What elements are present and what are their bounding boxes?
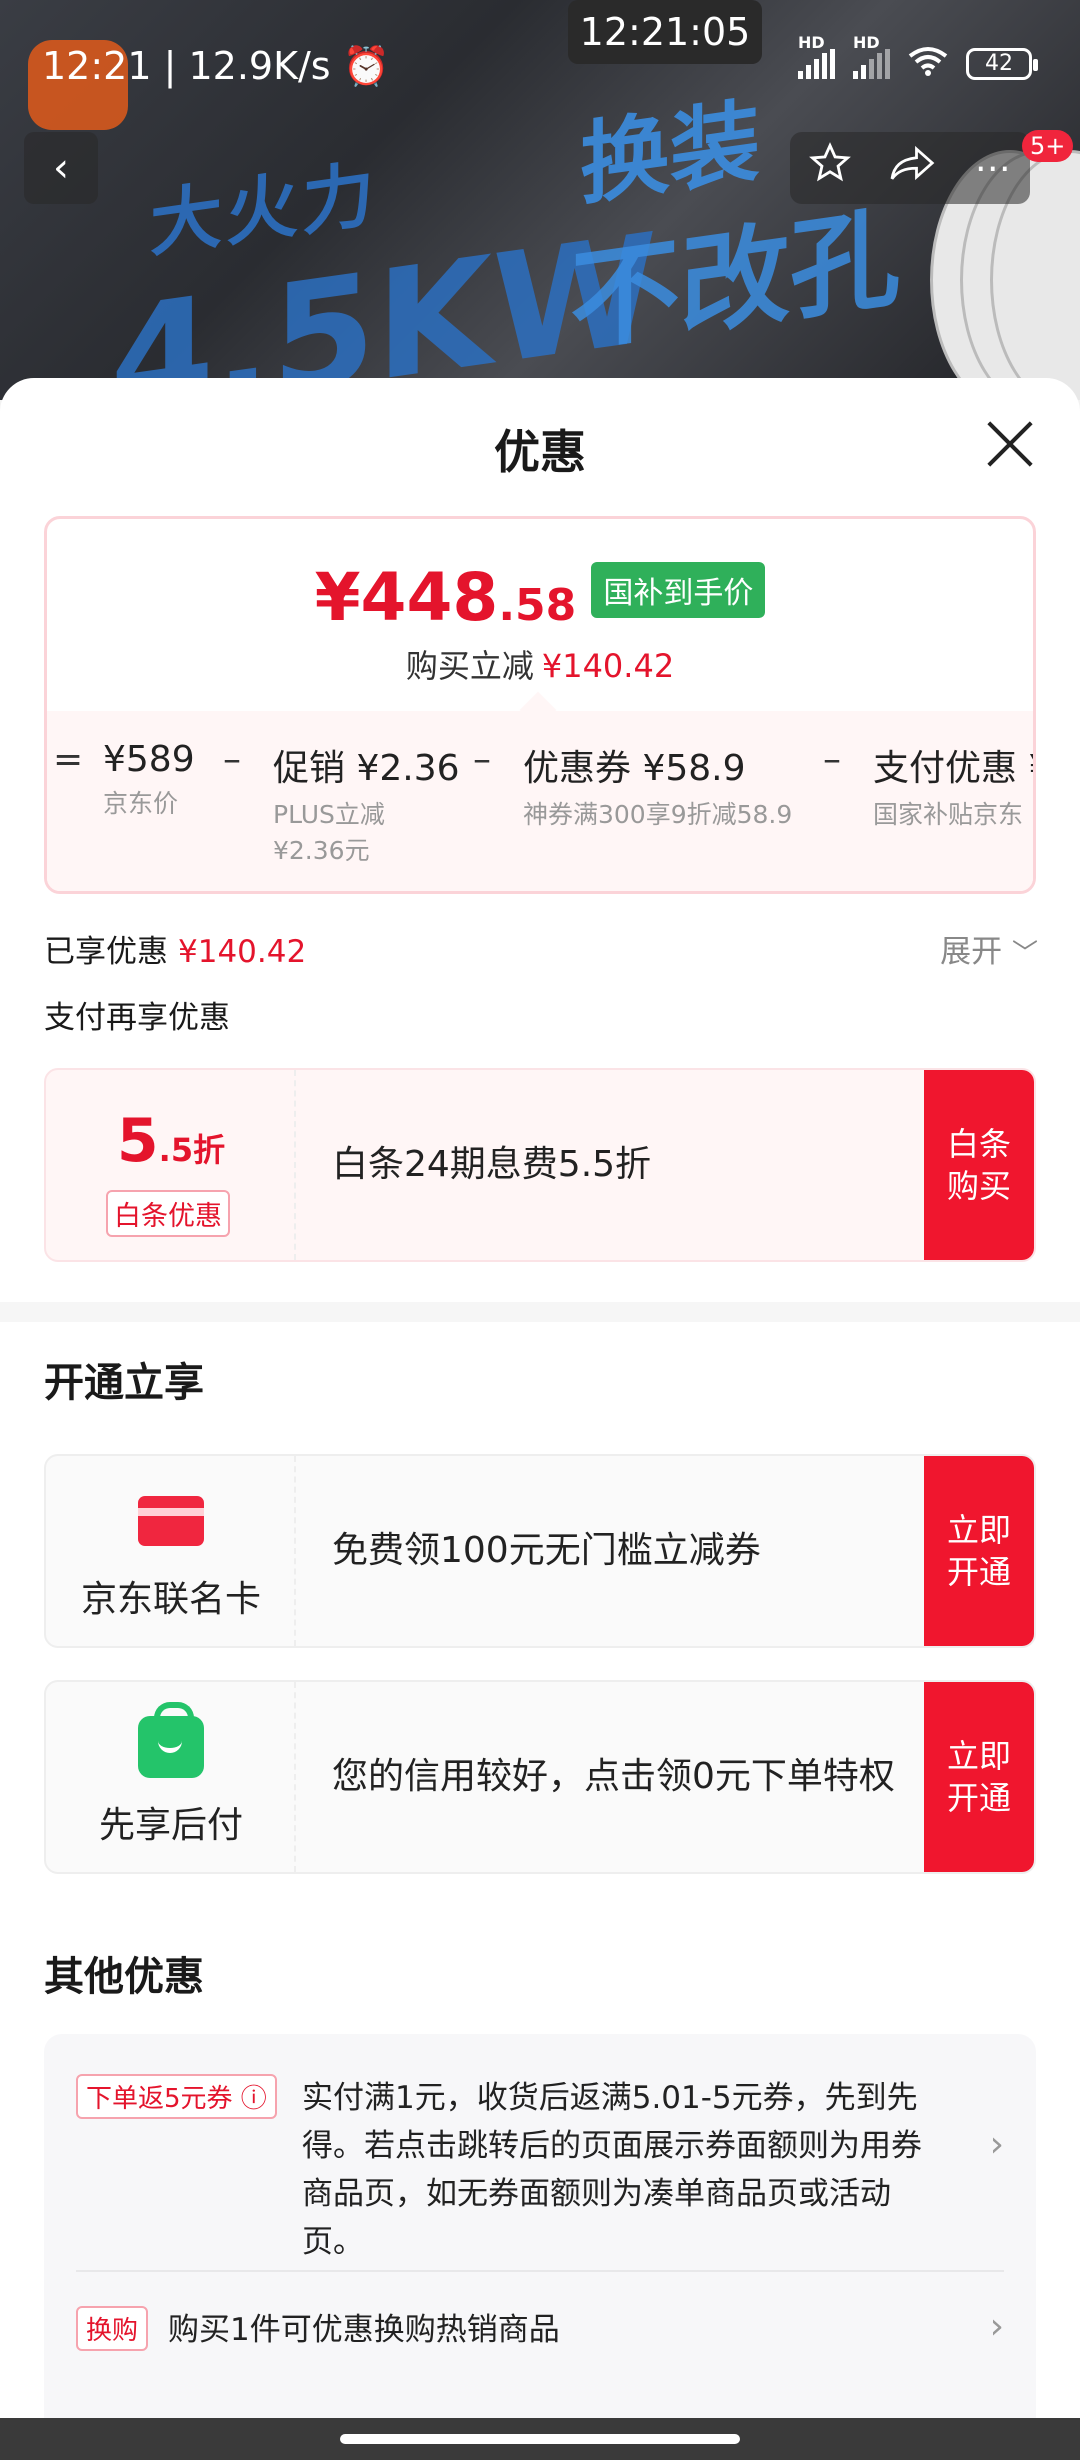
gesture-bar	[0, 2418, 1080, 2460]
chevron-down-icon: ﹀	[1011, 939, 1038, 969]
offer-text: 您的信用较好，点击领0元下单特权	[332, 1756, 895, 1797]
offer-text: 免费领100元无门槛立减券	[332, 1530, 761, 1571]
final-price: ¥448.58 国补到手价	[47, 559, 1033, 636]
credit-card-icon	[138, 1496, 204, 1546]
open-section-title: 开通立享	[44, 1360, 204, 1406]
status-right: HD HD 42	[798, 33, 1038, 82]
price-breakdown[interactable]: = ¥589 京东价 – 促销 ¥2.36 PLUS立减 ¥2.36元 – 优惠券 …	[47, 711, 1036, 891]
cobrand-card-offer[interactable]: 京东联名卡 免费领100元无门槛立减券 立即 开通	[44, 1454, 1036, 1648]
share-icon[interactable]	[890, 142, 936, 194]
offer-name: 京东联名卡	[80, 1579, 261, 1620]
breakdown-item-jd-price: = ¥589 京东价	[53, 739, 195, 818]
shopping-bag-icon	[138, 1702, 204, 1778]
breakdown-item-coupon: – 优惠券 ¥58.9 神券满300享9折减58.9	[473, 739, 793, 829]
alarm-icon: ⏰	[342, 44, 391, 88]
top-actions: ⋯	[790, 132, 1030, 204]
chevron-right-icon: ›	[989, 2124, 1004, 2165]
baitiao-card[interactable]: 5.5折 白条优惠 白条24期息费5.5折 白条 购买	[44, 1068, 1036, 1262]
price-summary: ¥448.58 国补到手价 购买立减 ¥140.42 = ¥589 京东价 – 促销…	[44, 516, 1036, 894]
favorite-star-icon[interactable]	[809, 142, 852, 194]
baitiao-tag: 白条优惠	[106, 1190, 230, 1237]
exchange-row[interactable]: 换购 购买1件可优惠换购热销商品 ›	[76, 2306, 1004, 2366]
open-now-button[interactable]: 立即 开通	[924, 1682, 1034, 1872]
return-coupon-text: 实付满1元，收货后返满5.01-5元券，先到先得。若点击跳转后的页面展示券面额则…	[302, 2080, 922, 2260]
status-center-time: 12:21:05	[568, 0, 762, 64]
more-icon[interactable]: ⋯	[975, 148, 1011, 189]
status-bar: 12:21 | 12.9K/s ⏰ 12:21:05 HD HD 42	[0, 0, 1080, 130]
exchange-tag: 换购	[76, 2306, 149, 2351]
baitiao-buy-button[interactable]: 白条 购买	[924, 1070, 1034, 1260]
status-time: 12:21 | 12.9K/s ⏰	[42, 44, 391, 88]
reduction-line: 购买立减 ¥140.42	[405, 647, 675, 685]
signal-1-icon: HD	[798, 33, 835, 79]
enjoyed-discount: 已享优惠 ¥140.42	[44, 934, 307, 970]
offer-name: 先享后付	[98, 1805, 243, 1846]
other-offers: 下单返5元券 ⓘ 实付满1元，收货后返满5.01-5元券，先到先得。若点击跳转后…	[44, 2034, 1036, 2418]
subsidy-price-tag: 国补到手价	[591, 561, 766, 618]
close-icon[interactable]	[984, 418, 1034, 468]
pay-extra-title: 支付再享优惠	[44, 1000, 230, 1036]
back-button[interactable]: ‹	[24, 132, 98, 204]
battery-icon: 42	[966, 48, 1038, 80]
baitiao-discount: 5.5折 白条优惠	[46, 1070, 296, 1260]
return-coupon-row[interactable]: 下单返5元券 ⓘ 实付满1元，收货后返满5.01-5元券，先到先得。若点击跳转后…	[76, 2074, 1004, 2260]
breakdown-item-promo: – 促销 ¥2.36 PLUS立减 ¥2.36元	[223, 739, 460, 865]
section-divider	[0, 1302, 1080, 1322]
notification-badge: 5+	[1022, 130, 1074, 162]
sheet-title: 优惠	[494, 425, 586, 479]
row-divider	[76, 2270, 1004, 2272]
signal-2-icon: HD	[853, 33, 890, 79]
pay-later-offer[interactable]: 先享后付 您的信用较好，点击领0元下单特权 立即 开通	[44, 1680, 1036, 1874]
home-indicator[interactable]	[340, 2434, 740, 2444]
open-now-button[interactable]: 立即 开通	[924, 1456, 1034, 1646]
chevron-right-icon: ›	[989, 2306, 1004, 2347]
wifi-icon	[908, 46, 948, 82]
breakdown-item-payment: – 支付优惠 ¥ 国家补贴京东	[823, 739, 1036, 829]
exchange-text: 购买1件可优惠换购热销商品	[168, 2312, 560, 2348]
discount-sheet: 优惠 ¥448.58 国补到手价 购买立减 ¥140.42 = ¥589 京东价 –…	[0, 378, 1080, 2418]
expand-button[interactable]: 展开 ﹀	[940, 926, 1038, 971]
other-section-title: 其他优惠	[44, 1954, 204, 2000]
chevron-left-icon: ‹	[53, 145, 69, 191]
baitiao-text: 白条24期息费5.5折	[332, 1144, 652, 1185]
return-coupon-tag[interactable]: 下单返5元券 ⓘ	[76, 2074, 277, 2119]
